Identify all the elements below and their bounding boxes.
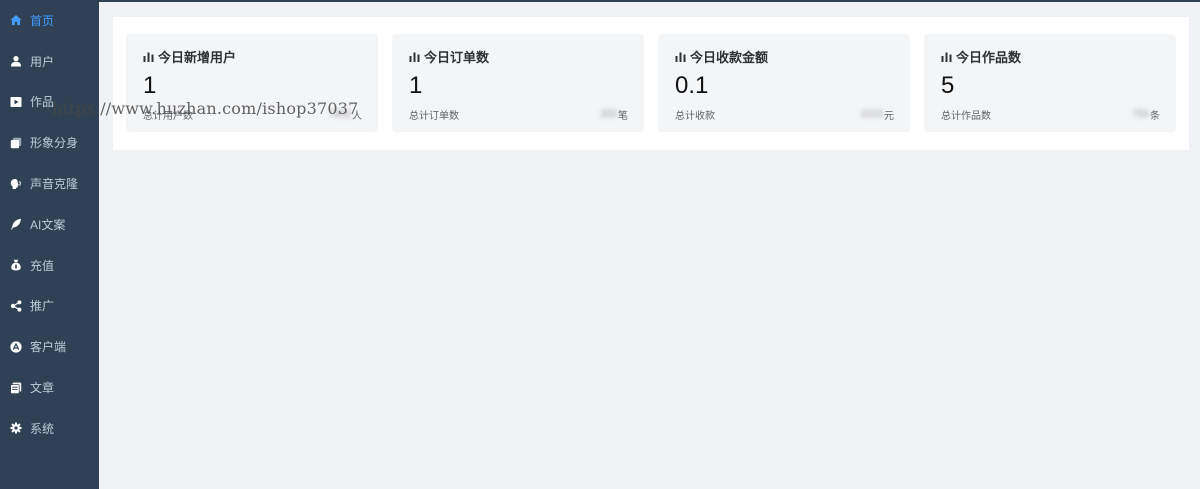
card-total-value: 1015 xyxy=(860,109,883,120)
card-title: 今日作品数 xyxy=(941,47,1021,66)
sidebar-item-articles[interactable]: 文章 xyxy=(0,367,99,408)
card-value: 5 xyxy=(941,72,955,99)
stats-panel: 今日新增用户 1 总计用户数 7800 人 今日订单数 1 总计订单数 300 … xyxy=(113,17,1189,150)
home-icon xyxy=(10,14,22,26)
card-title-text: 今日收款金额 xyxy=(690,50,769,65)
card-total: 1015 元 xyxy=(861,107,894,122)
voice-icon xyxy=(10,178,22,190)
card-title: 今日订单数 xyxy=(409,47,489,66)
sidebar-item-label: 客户端 xyxy=(30,340,67,355)
card-total-unit: 笔 xyxy=(618,111,628,122)
bar-chart-icon xyxy=(409,52,420,62)
video-icon xyxy=(10,96,22,108)
stat-card-orders: 今日订单数 1 总计订单数 300 笔 xyxy=(392,34,644,132)
card-total-unit: 人 xyxy=(352,111,362,122)
sidebar-item-label: 充值 xyxy=(30,258,55,273)
card-title-text: 今日新增用户 xyxy=(158,50,237,65)
sidebar-item-label: 用户 xyxy=(30,54,55,69)
card-title-text: 今日作品数 xyxy=(956,50,1022,65)
sidebar-item-label: 首页 xyxy=(30,13,55,28)
sidebar-item-ai-copy[interactable]: AI文案 xyxy=(0,204,99,245)
card-value: 1 xyxy=(143,72,157,99)
sidebar-item-avatar-clone[interactable]: 形象分身 xyxy=(0,122,99,163)
card-total: 756 条 xyxy=(1132,107,1160,122)
card-total-value: 756 xyxy=(1132,109,1149,120)
sidebar-item-label: 形象分身 xyxy=(30,136,79,151)
sidebar-item-label: 声音克隆 xyxy=(30,177,79,192)
card-total-value: 300 xyxy=(600,109,617,120)
sidebar-item-label: 作品 xyxy=(30,95,55,110)
share-icon xyxy=(10,300,22,312)
sidebar-item-label: AI文案 xyxy=(30,217,66,232)
card-sub-label: 总计用户数 xyxy=(143,111,193,122)
sidebar-item-home[interactable]: 首页 xyxy=(0,0,99,41)
stat-card-works: 今日作品数 5 总计作品数 756 条 xyxy=(924,34,1176,132)
money-bag-icon xyxy=(10,259,22,271)
document-icon xyxy=(10,382,22,394)
card-title: 今日新增用户 xyxy=(143,47,236,66)
stat-card-revenue: 今日收款金额 0.1 总计收款 1015 元 xyxy=(658,34,910,132)
bar-chart-icon xyxy=(941,52,952,62)
sidebar-item-works[interactable]: 作品 xyxy=(0,82,99,123)
gear-icon xyxy=(10,422,22,434)
feather-icon xyxy=(10,218,22,230)
sidebar-item-label: 文章 xyxy=(30,381,55,396)
bar-chart-icon xyxy=(675,52,686,62)
sidebar-item-recharge[interactable]: 充值 xyxy=(0,245,99,286)
card-sub-label: 总计作品数 xyxy=(941,111,991,122)
card-title-text: 今日订单数 xyxy=(424,50,490,65)
sidebar-item-label: 系统 xyxy=(30,421,55,436)
card-total: 7800 人 xyxy=(329,107,362,122)
app-store-icon xyxy=(10,341,22,353)
card-total-unit: 条 xyxy=(1150,111,1160,122)
card-value: 1 xyxy=(409,72,423,99)
sidebar-item-system[interactable]: 系统 xyxy=(0,408,99,449)
card-sub-label: 总计订单数 xyxy=(409,111,459,122)
stat-card-new-users: 今日新增用户 1 总计用户数 7800 人 xyxy=(126,34,378,132)
card-total: 300 笔 xyxy=(600,107,628,122)
card-total-unit: 元 xyxy=(884,111,894,122)
card-value: 0.1 xyxy=(675,72,709,99)
sidebar-item-voice-clone[interactable]: 声音克隆 xyxy=(0,163,99,204)
sidebar: 首页 用户 作品 形象分身 声音克隆 AI文案 充值 推广 客户端 文章 系统 xyxy=(0,0,99,489)
sidebar-item-label: 推广 xyxy=(30,299,55,314)
card-sub-label: 总计收款 xyxy=(675,111,715,122)
user-icon xyxy=(10,55,22,67)
copy-icon xyxy=(10,137,22,149)
sidebar-item-promotion[interactable]: 推广 xyxy=(0,286,99,327)
card-title: 今日收款金额 xyxy=(675,47,768,66)
sidebar-item-users[interactable]: 用户 xyxy=(0,41,99,82)
card-total-value: 7800 xyxy=(328,109,351,120)
bar-chart-icon xyxy=(143,52,154,62)
sidebar-item-client[interactable]: 客户端 xyxy=(0,326,99,367)
main-content: 今日新增用户 1 总计用户数 7800 人 今日订单数 1 总计订单数 300 … xyxy=(99,2,1200,489)
